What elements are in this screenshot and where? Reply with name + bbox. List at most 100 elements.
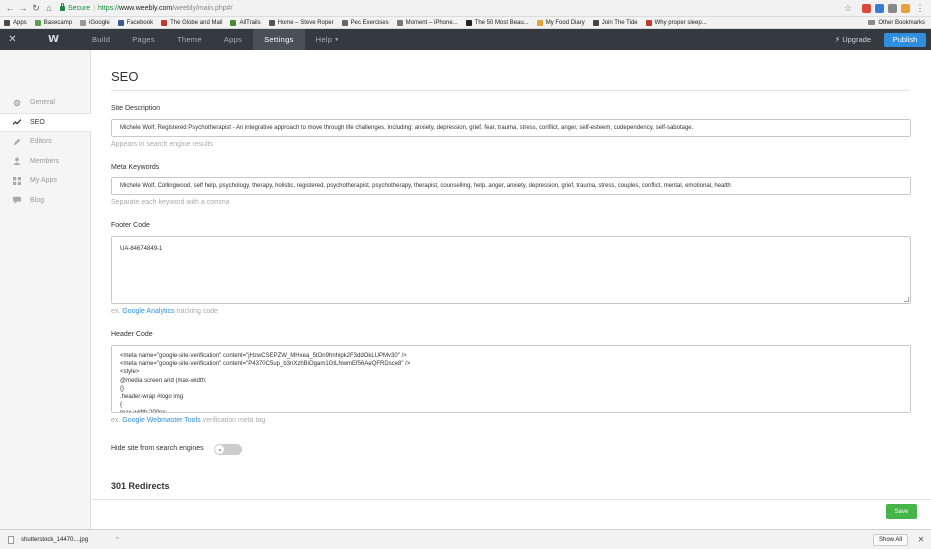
bookmark-item[interactable]: Basecamp <box>34 19 72 26</box>
browser-address-bar: ← → ↻ ⌂ Secure | https:// www.weebly.com… <box>0 0 931 17</box>
bookmark-item[interactable]: Facebook <box>117 19 153 26</box>
tab-settings[interactable]: Settings <box>253 29 305 50</box>
seo-settings-panel: SEO Site Description Michele Wolf, Regis… <box>92 50 931 499</box>
url-host: www.weebly.com <box>119 4 173 12</box>
sidebar-item-editors[interactable]: Editors <box>0 132 90 152</box>
redirects-section-title: 301 Redirects <box>111 481 170 491</box>
file-icon <box>8 535 14 544</box>
sidebar-item-seo[interactable]: SEO <box>0 112 91 132</box>
bookmark-favicon-icon <box>80 19 87 26</box>
back-icon[interactable]: ← <box>4 2 16 14</box>
bookmark-favicon-icon <box>536 19 543 26</box>
resize-handle-icon[interactable] <box>904 297 909 302</box>
bookmark-favicon-icon <box>34 19 41 26</box>
toggle-knob <box>215 445 224 454</box>
bookmark-favicon-icon <box>465 19 472 26</box>
bookmark-favicon-icon <box>230 19 237 26</box>
header-code-label: Header Code <box>111 331 153 338</box>
downloads-bar: shutterstock_14470....jpg ^ Show All ✕ <box>0 529 931 549</box>
editor-top-bar: ✕ W Build Pages Theme Apps Settings Help ▼ ⚡︎ … <box>0 29 931 50</box>
download-item[interactable]: shutterstock_14470....jpg <box>21 537 88 543</box>
bookmark-favicon-icon <box>592 19 599 26</box>
secure-indicator: Secure <box>60 2 91 12</box>
bookmark-favicon-icon <box>396 19 403 26</box>
publish-button[interactable]: Publish <box>884 32 926 47</box>
sidebar-item-my-apps[interactable]: My Apps <box>0 171 90 191</box>
bookmark-item[interactable]: iGoogle <box>80 19 110 26</box>
hide-from-search-toggle[interactable] <box>214 444 242 455</box>
header-code-textarea[interactable]: <meta name="google-site-verification" co… <box>111 345 911 413</box>
chat-icon <box>13 196 21 205</box>
menu-icon[interactable]: ⋮ <box>914 2 926 14</box>
meta-keywords-label: Meta Keywords <box>111 164 160 171</box>
bookmark-favicon-icon <box>268 19 275 26</box>
save-bar: Save <box>92 499 931 529</box>
url-field[interactable]: Secure | https:// www.weebly.com /weebly… <box>60 2 844 14</box>
extension-icon[interactable] <box>875 3 884 13</box>
extension-icon[interactable] <box>862 3 871 13</box>
bookmark-favicon-icon <box>341 19 348 26</box>
pencil-icon <box>13 138 21 146</box>
weebly-logo-icon: W <box>47 34 59 45</box>
weebly-logo[interactable]: W <box>25 34 81 45</box>
gear-icon <box>13 99 21 107</box>
url-separator: | <box>93 4 96 12</box>
bookmark-favicon-icon <box>161 19 168 26</box>
sidebar-item-general[interactable]: General <box>0 93 90 113</box>
meta-keywords-input[interactable]: Michele Wolf, Collingwood, self help, ps… <box>111 177 911 195</box>
bookmark-item[interactable]: My Food Diary <box>536 19 585 26</box>
forward-icon[interactable]: → <box>17 2 29 14</box>
url-scheme: https:// <box>98 4 120 12</box>
bookmark-item[interactable]: Moment – iPhone... <box>396 19 458 26</box>
site-description-input[interactable]: Michele Wolf, Registered Psychotherapist… <box>111 119 911 137</box>
settings-sidebar: General SEO Editors Members My Apps Blog <box>0 50 91 529</box>
bookmark-item[interactable]: The Globe and Mail <box>161 19 222 26</box>
url-path: /weebly/main.php#/ <box>172 4 233 12</box>
bookmark-favicon-icon <box>4 19 10 26</box>
reload-icon[interactable]: ↻ <box>30 2 42 14</box>
chevron-down-icon: ▼ <box>334 36 340 43</box>
upgrade-button[interactable]: ⚡︎ Upgrade <box>835 35 871 44</box>
site-description-help: Appears in search engine results <box>111 141 213 148</box>
trend-icon <box>13 118 21 126</box>
bookmark-favicon-icon <box>645 19 652 26</box>
other-bookmarks[interactable]: Other Bookmarks <box>868 20 925 26</box>
meta-keywords-help: Separate each keyword with a comma <box>111 199 230 206</box>
save-button[interactable]: Save <box>886 504 917 519</box>
chevron-up-icon[interactable]: ^ <box>116 537 119 543</box>
user-icon <box>13 157 21 166</box>
sidebar-item-blog[interactable]: Blog <box>0 191 90 211</box>
bookmark-star-icon[interactable]: ☆ <box>844 3 852 14</box>
extension-icon[interactable] <box>888 3 897 13</box>
google-webmaster-tools-link[interactable]: Google Webmaster Tools <box>122 417 200 424</box>
page-title: SEO <box>111 69 139 84</box>
sidebar-item-members[interactable]: Members <box>0 152 90 172</box>
bookmark-item[interactable]: AllTrails <box>230 19 261 26</box>
close-icon[interactable]: ✕ <box>911 535 931 544</box>
extension-icon[interactable] <box>901 3 910 13</box>
tab-apps[interactable]: Apps <box>213 29 253 50</box>
bookmark-item[interactable]: Join The Tide <box>592 19 638 26</box>
site-description-label: Site Description <box>111 105 161 112</box>
footer-code-textarea[interactable]: UA-84674849-1 <box>111 236 911 304</box>
tab-help[interactable]: Help ▼ <box>305 29 351 50</box>
home-icon[interactable]: ⌂ <box>43 2 55 14</box>
footer-code-help: ex. Google Analytics tracking code <box>111 308 219 315</box>
tab-pages[interactable]: Pages <box>121 29 166 50</box>
folder-icon <box>868 20 876 25</box>
bookmark-item[interactable]: Pec Exercises <box>341 19 389 26</box>
google-analytics-link[interactable]: Google Analytics <box>122 308 174 315</box>
bookmark-item[interactable]: Home – Steve Roper <box>268 19 334 26</box>
grid-icon <box>13 176 21 185</box>
tab-build[interactable]: Build <box>81 29 121 50</box>
tab-theme[interactable]: Theme <box>166 29 213 50</box>
bookmark-item[interactable]: Apps <box>4 19 27 26</box>
lock-icon <box>60 2 65 11</box>
bookmark-item[interactable]: Why proper sleep... <box>645 19 707 26</box>
close-editor-icon[interactable]: ✕ <box>0 34 25 45</box>
bookmarks-bar: Apps Basecamp iGoogle Facebook The Globe and… <box>0 17 931 29</box>
title-divider <box>111 90 910 91</box>
show-all-button[interactable]: Show All <box>872 533 908 546</box>
bookmark-item[interactable]: The 50 Most Beau... <box>465 19 529 26</box>
secure-label: Secure <box>68 4 91 12</box>
